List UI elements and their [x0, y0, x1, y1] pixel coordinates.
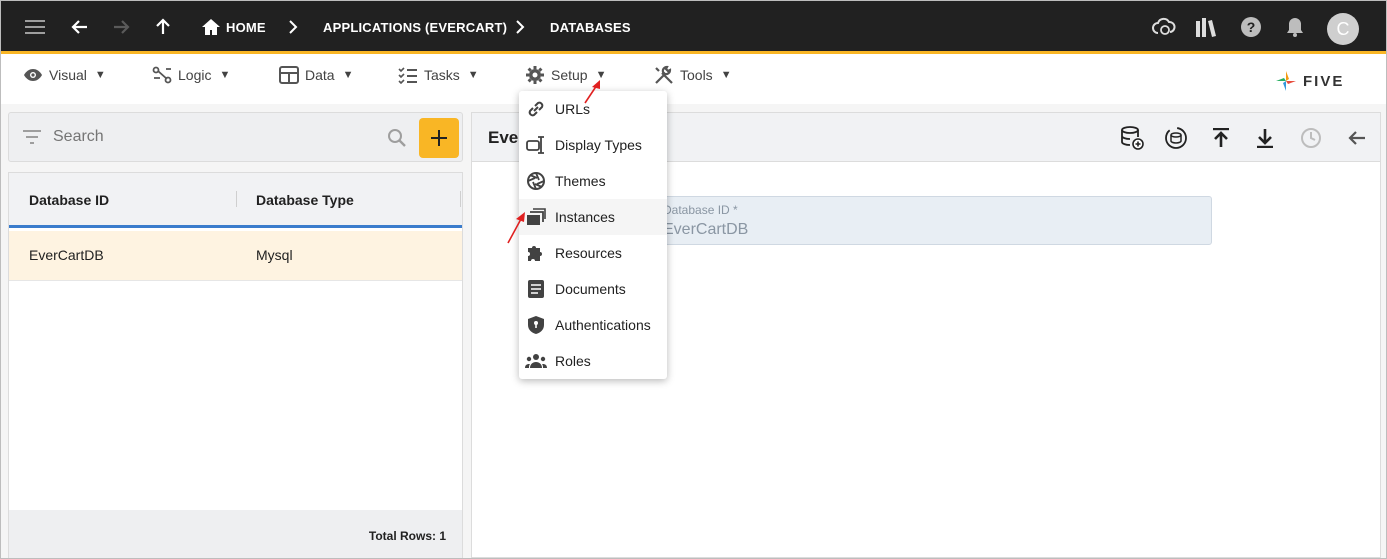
menu-data[interactable]: Data ▼ [279, 64, 353, 86]
annotation-arrow-icon [584, 80, 600, 104]
menu-tools[interactable]: Tools ▼ [654, 64, 732, 86]
column-divider[interactable] [236, 191, 237, 207]
setup-menu-label: Documents [555, 281, 626, 297]
menu-bar: Visual ▼ Logic ▼ Data ▼ Tasks ▼ Setup ▼ Tools… [1, 54, 1386, 104]
setup-menu-label: Authentications [555, 317, 651, 333]
svg-text:?: ? [1247, 19, 1256, 35]
caret-down-icon: ▼ [467, 69, 479, 81]
filter-icon[interactable] [23, 130, 41, 144]
table-row[interactable]: EverCartDB Mysql [9, 231, 462, 281]
puzzle-icon [525, 242, 547, 264]
setup-dropdown-menu: URLs Display Types Themes Instances Reso… [519, 91, 667, 379]
tools-icon [655, 65, 673, 84]
list-panel: Database ID Database Type EverCartDB Mys… [8, 112, 463, 558]
setup-menu-label: Display Types [555, 137, 642, 153]
cell-database-id: EverCartDB [29, 247, 104, 263]
logo-text: FIVE [1303, 72, 1345, 90]
caret-down-icon: ▼ [720, 69, 732, 81]
chevron-right-icon [281, 15, 305, 39]
upload-icon[interactable] [1208, 125, 1234, 151]
menu-tools-label: Tools [680, 67, 713, 83]
notification-bell-icon[interactable] [1283, 15, 1307, 39]
add-record-button[interactable] [419, 118, 459, 158]
eye-icon [24, 69, 42, 81]
menu-logic-label: Logic [178, 67, 212, 83]
history-clock-icon[interactable] [1298, 125, 1324, 151]
five-logo: FIVE [1275, 70, 1344, 92]
setup-menu-item-authentications[interactable]: Authentications [519, 307, 667, 343]
database-table: Database ID Database Type EverCartDB Mys… [8, 172, 463, 558]
people-icon [525, 350, 547, 372]
table-icon [279, 66, 299, 84]
menu-tasks[interactable]: Tasks ▼ [398, 64, 479, 86]
up-arrow-icon[interactable] [151, 15, 175, 39]
breadcrumb-applications[interactable]: APPLICATIONS (EVERCART) [323, 20, 507, 35]
library-icon[interactable] [1194, 15, 1218, 39]
setup-menu-item-display-types[interactable]: Display Types [519, 127, 667, 163]
document-icon [525, 278, 547, 300]
setup-menu-label: Instances [555, 209, 615, 225]
database-id-label: Database ID * [663, 203, 738, 217]
shield-icon [525, 314, 547, 336]
caret-down-icon: ▼ [219, 69, 231, 81]
cloud-sync-icon[interactable] [1152, 15, 1176, 39]
flow-icon [152, 66, 172, 84]
checklist-icon [398, 67, 417, 84]
home-icon[interactable] [199, 15, 223, 39]
database-id-field[interactable]: Database ID * EverCartDB [652, 196, 1212, 245]
five-logo-mark-icon [1276, 71, 1296, 91]
menu-data-label: Data [305, 67, 335, 83]
column-header-database-type[interactable]: Database Type [256, 192, 354, 208]
total-rows: Total Rows: 1 [368, 529, 446, 543]
setup-menu-item-documents[interactable]: Documents [519, 271, 667, 307]
back-arrow-icon[interactable] [1344, 125, 1370, 151]
plus-icon [431, 130, 447, 146]
display-types-icon [525, 134, 547, 156]
chevron-right-icon [508, 15, 532, 39]
caret-down-icon: ▼ [94, 69, 106, 81]
annotation-arrow-icon [507, 212, 525, 244]
setup-menu-label: Themes [555, 173, 606, 189]
back-arrow-icon[interactable] [68, 15, 92, 39]
database-id-value: EverCartDB [663, 221, 749, 238]
column-divider[interactable] [460, 191, 461, 207]
breadcrumb-databases[interactable]: DATABASES [550, 20, 631, 35]
setup-menu-item-themes[interactable]: Themes [519, 163, 667, 199]
table-footer: Total Rows: 1 [9, 510, 462, 558]
table-header: Database ID Database Type [9, 173, 462, 228]
forward-arrow-icon[interactable] [109, 15, 133, 39]
setup-menu-item-roles[interactable]: Roles [519, 343, 667, 379]
link-icon [525, 98, 547, 120]
caret-down-icon: ▼ [342, 69, 354, 81]
breadcrumb-home[interactable]: HOME [226, 20, 266, 35]
setup-menu-item-resources[interactable]: Resources [519, 235, 667, 271]
download-icon[interactable] [1252, 125, 1278, 151]
setup-menu-label: Roles [555, 353, 591, 369]
database-add-icon[interactable] [1119, 125, 1145, 151]
search-bar [8, 112, 463, 162]
setup-menu-label: Resources [555, 245, 622, 261]
search-input[interactable] [53, 128, 373, 146]
aperture-icon [525, 170, 547, 192]
app-window: HOME APPLICATIONS (EVERCART) DATABASES ?… [0, 0, 1387, 559]
menu-visual[interactable]: Visual ▼ [23, 64, 106, 86]
setup-menu-item-instances[interactable]: Instances [519, 199, 667, 235]
cell-database-type: Mysql [256, 247, 293, 263]
hamburger-menu-icon[interactable] [24, 15, 48, 39]
user-avatar[interactable]: C [1327, 13, 1359, 45]
help-icon[interactable]: ? [1239, 15, 1263, 39]
database-sync-icon[interactable] [1163, 125, 1189, 151]
search-icon[interactable] [387, 128, 407, 148]
column-header-database-id[interactable]: Database ID [29, 192, 109, 208]
top-bar: HOME APPLICATIONS (EVERCART) DATABASES ?… [1, 1, 1386, 54]
menu-tasks-label: Tasks [424, 67, 460, 83]
menu-logic[interactable]: Logic ▼ [152, 64, 230, 86]
gear-icon [526, 66, 544, 84]
menu-visual-label: Visual [49, 67, 87, 83]
